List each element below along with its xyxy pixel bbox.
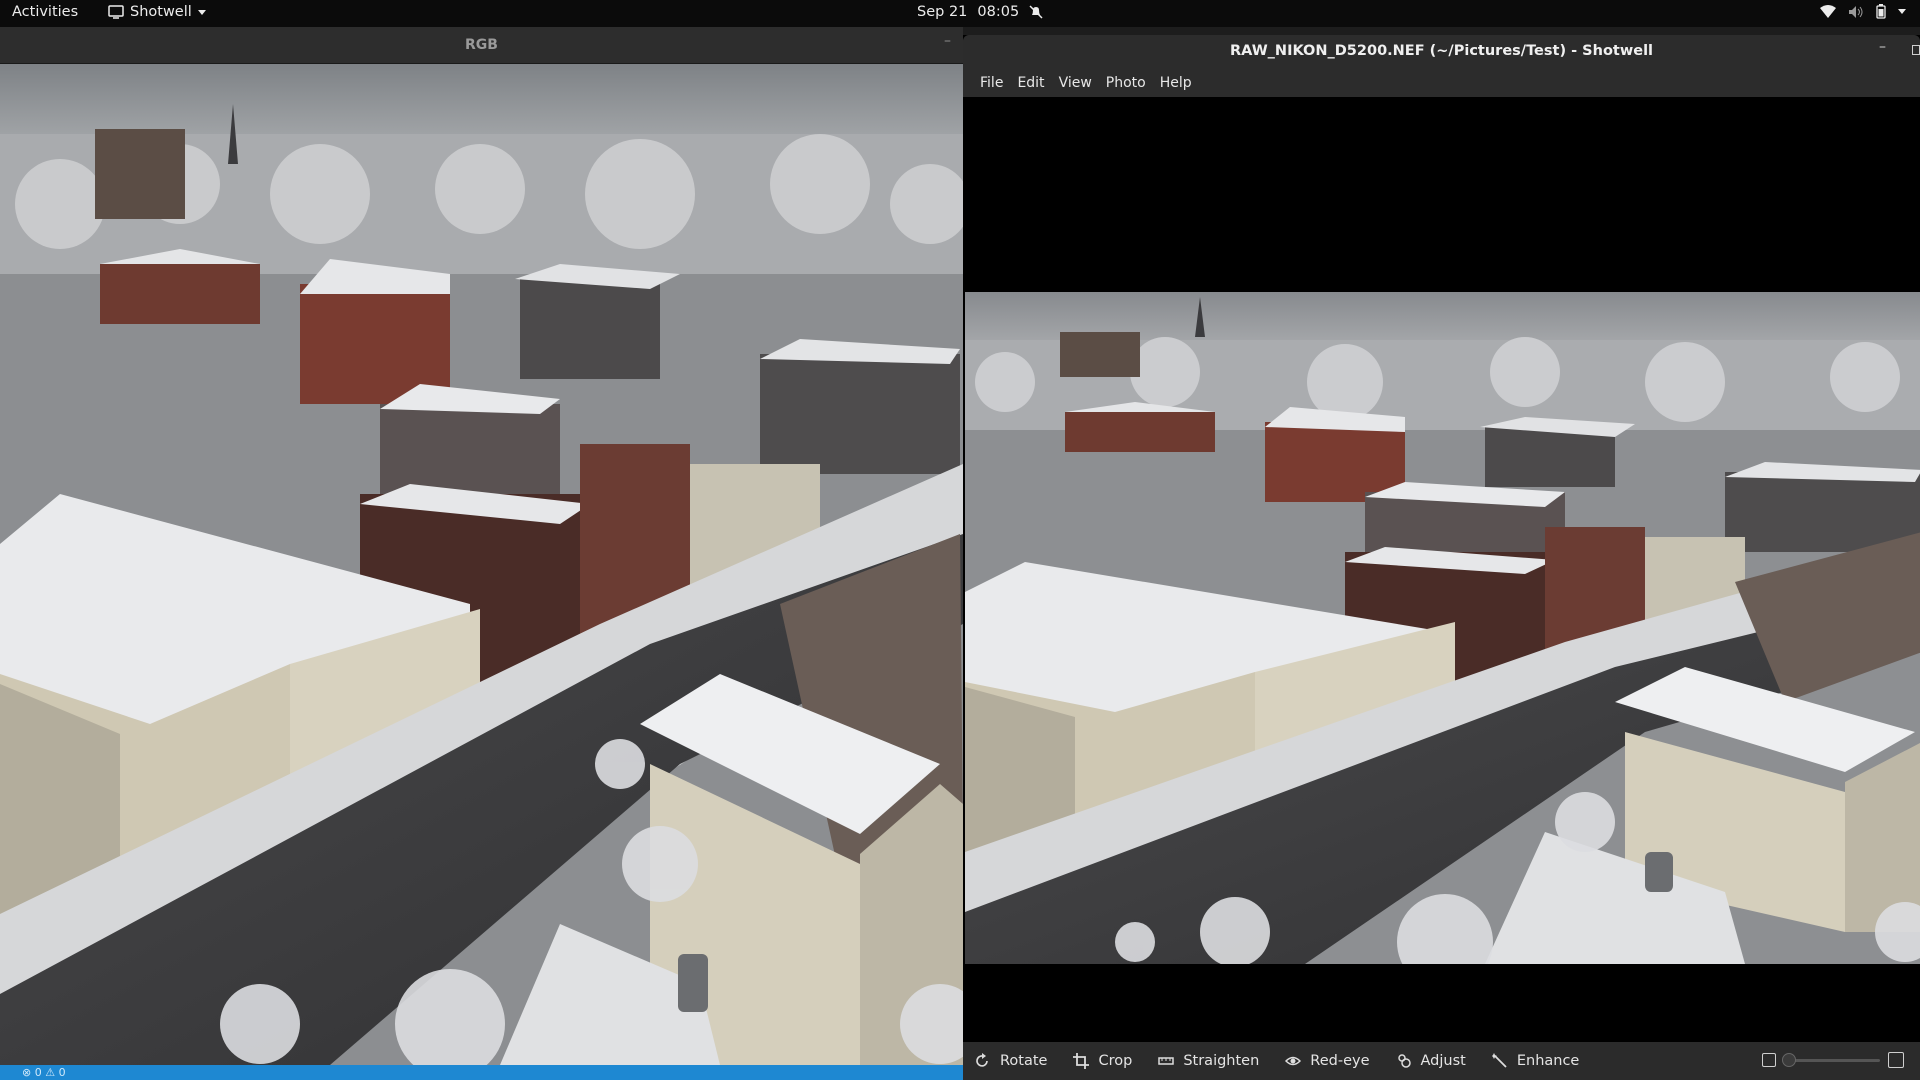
straighten-label: Straighten <box>1183 1053 1260 1069</box>
minimize-button[interactable]: – <box>944 33 951 49</box>
straighten-icon <box>1158 1057 1175 1065</box>
warning-count: 0 <box>58 1066 66 1079</box>
top-bar: Activities Shotwell Sep 21 08:05 <box>0 0 1920 27</box>
crop-label: Crop <box>1098 1053 1133 1069</box>
error-count: 0 <box>34 1066 42 1079</box>
chevron-down-icon <box>197 9 206 15</box>
clock-time: 08:05 <box>977 4 1020 20</box>
winter-town-photo <box>0 64 963 1065</box>
app-menu-label: Shotwell <box>130 4 192 20</box>
battery-icon <box>1876 4 1886 19</box>
zoom-control <box>1762 1052 1904 1068</box>
crop-icon <box>1073 1053 1090 1069</box>
minimize-button[interactable]: – <box>1879 39 1886 55</box>
system-menu-chevron-icon <box>1898 9 1906 14</box>
menu-bar: File Edit View Photo Help <box>963 69 1920 97</box>
adjust-icon <box>1397 1054 1411 1068</box>
enhance-button[interactable]: Enhance <box>1491 1053 1580 1069</box>
shotwell-titlebar[interactable]: RAW_NIKON_D5200.NEF (~/Pictures/Test) - … <box>963 35 1920 69</box>
notifications-muted-icon <box>1029 5 1043 19</box>
adjust-label: Adjust <box>1420 1053 1466 1069</box>
clock[interactable]: Sep 21 08:05 <box>917 4 1043 20</box>
rgb-status-bar: ⊗ 0 ⚠ 0 <box>0 1065 963 1080</box>
eye-icon <box>1285 1056 1302 1066</box>
volume-muted-icon <box>1849 5 1863 18</box>
activities-button[interactable]: Activities <box>12 4 78 20</box>
zoom-slider-knob[interactable] <box>1781 1052 1796 1067</box>
menu-help[interactable]: Help <box>1153 71 1199 95</box>
maximize-button[interactable] <box>1912 45 1920 55</box>
zoom-in-icon[interactable] <box>1888 1052 1904 1068</box>
redeye-button[interactable]: Red-eye <box>1285 1053 1370 1069</box>
menu-photo[interactable]: Photo <box>1099 71 1153 95</box>
rgb-window: RGB – ⊗ 0 ⚠ 0 <box>0 27 963 1080</box>
shotwell-window: RAW_NIKON_D5200.NEF (~/Pictures/Test) - … <box>963 35 1920 1080</box>
crop-button[interactable]: Crop <box>1073 1053 1132 1069</box>
menu-view[interactable]: View <box>1052 71 1099 95</box>
straighten-button[interactable]: Straighten <box>1158 1053 1259 1069</box>
menu-edit[interactable]: Edit <box>1010 71 1051 95</box>
rotate-label: Rotate <box>1000 1053 1048 1069</box>
app-window-icon <box>108 5 124 19</box>
rotate-button[interactable]: Rotate <box>975 1053 1047 1069</box>
winter-town-photo <box>965 292 1920 964</box>
shotwell-photo[interactable] <box>965 292 1920 964</box>
adjust-button[interactable]: Adjust <box>1396 1053 1466 1069</box>
rgb-titlebar[interactable]: RGB – <box>0 27 963 64</box>
zoom-out-icon[interactable] <box>1762 1053 1776 1067</box>
warning-icon: ⚠ <box>45 1066 56 1079</box>
system-tray[interactable] <box>1820 4 1906 19</box>
rgb-window-title: RGB <box>465 37 498 53</box>
zoom-slider[interactable] <box>1781 1052 1880 1067</box>
rgb-photo[interactable] <box>0 64 963 1065</box>
app-menu[interactable]: Shotwell <box>108 4 206 20</box>
redeye-label: Red-eye <box>1310 1053 1370 1069</box>
clock-date: Sep 21 <box>917 4 968 20</box>
enhance-label: Enhance <box>1516 1053 1580 1069</box>
photo-viewer[interactable] <box>963 97 1920 1042</box>
error-icon: ⊗ <box>22 1066 32 1079</box>
menu-file[interactable]: File <box>973 71 1010 95</box>
rotate-icon <box>976 1053 988 1067</box>
magic-wand-icon <box>1491 1053 1507 1068</box>
edit-toolbar: Rotate Crop Straighten Red-eye Adjust En… <box>963 1042 1920 1080</box>
shotwell-window-title: RAW_NIKON_D5200.NEF (~/Pictures/Test) - … <box>1229 43 1654 59</box>
wifi-icon <box>1820 5 1836 18</box>
